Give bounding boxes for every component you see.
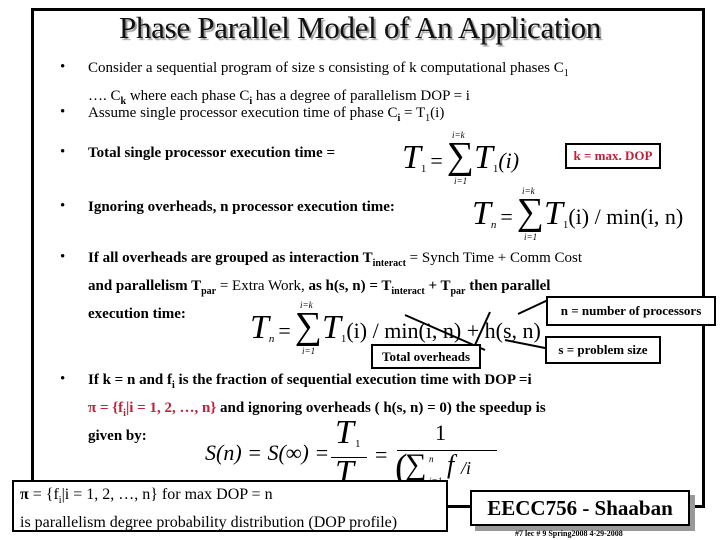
bullet-dot: • — [60, 371, 66, 387]
slide-footer: #7 lec # 9 Spring2008 4-29-2008 — [515, 529, 623, 538]
problem-size-callout: s = problem size — [545, 336, 661, 364]
total-overheads-callout: Total overheads — [371, 344, 481, 369]
course-brand: EECC756 - Shaaban — [470, 490, 690, 526]
callout-line-total — [474, 311, 491, 346]
dop-profile-note: π = {fi|i = 1, 2, …, n} for max DOP = n … — [12, 480, 448, 532]
n-processors-callout: n = number of processors — [546, 296, 716, 326]
callout-line-n — [517, 299, 549, 315]
callout-line-s — [504, 339, 546, 349]
